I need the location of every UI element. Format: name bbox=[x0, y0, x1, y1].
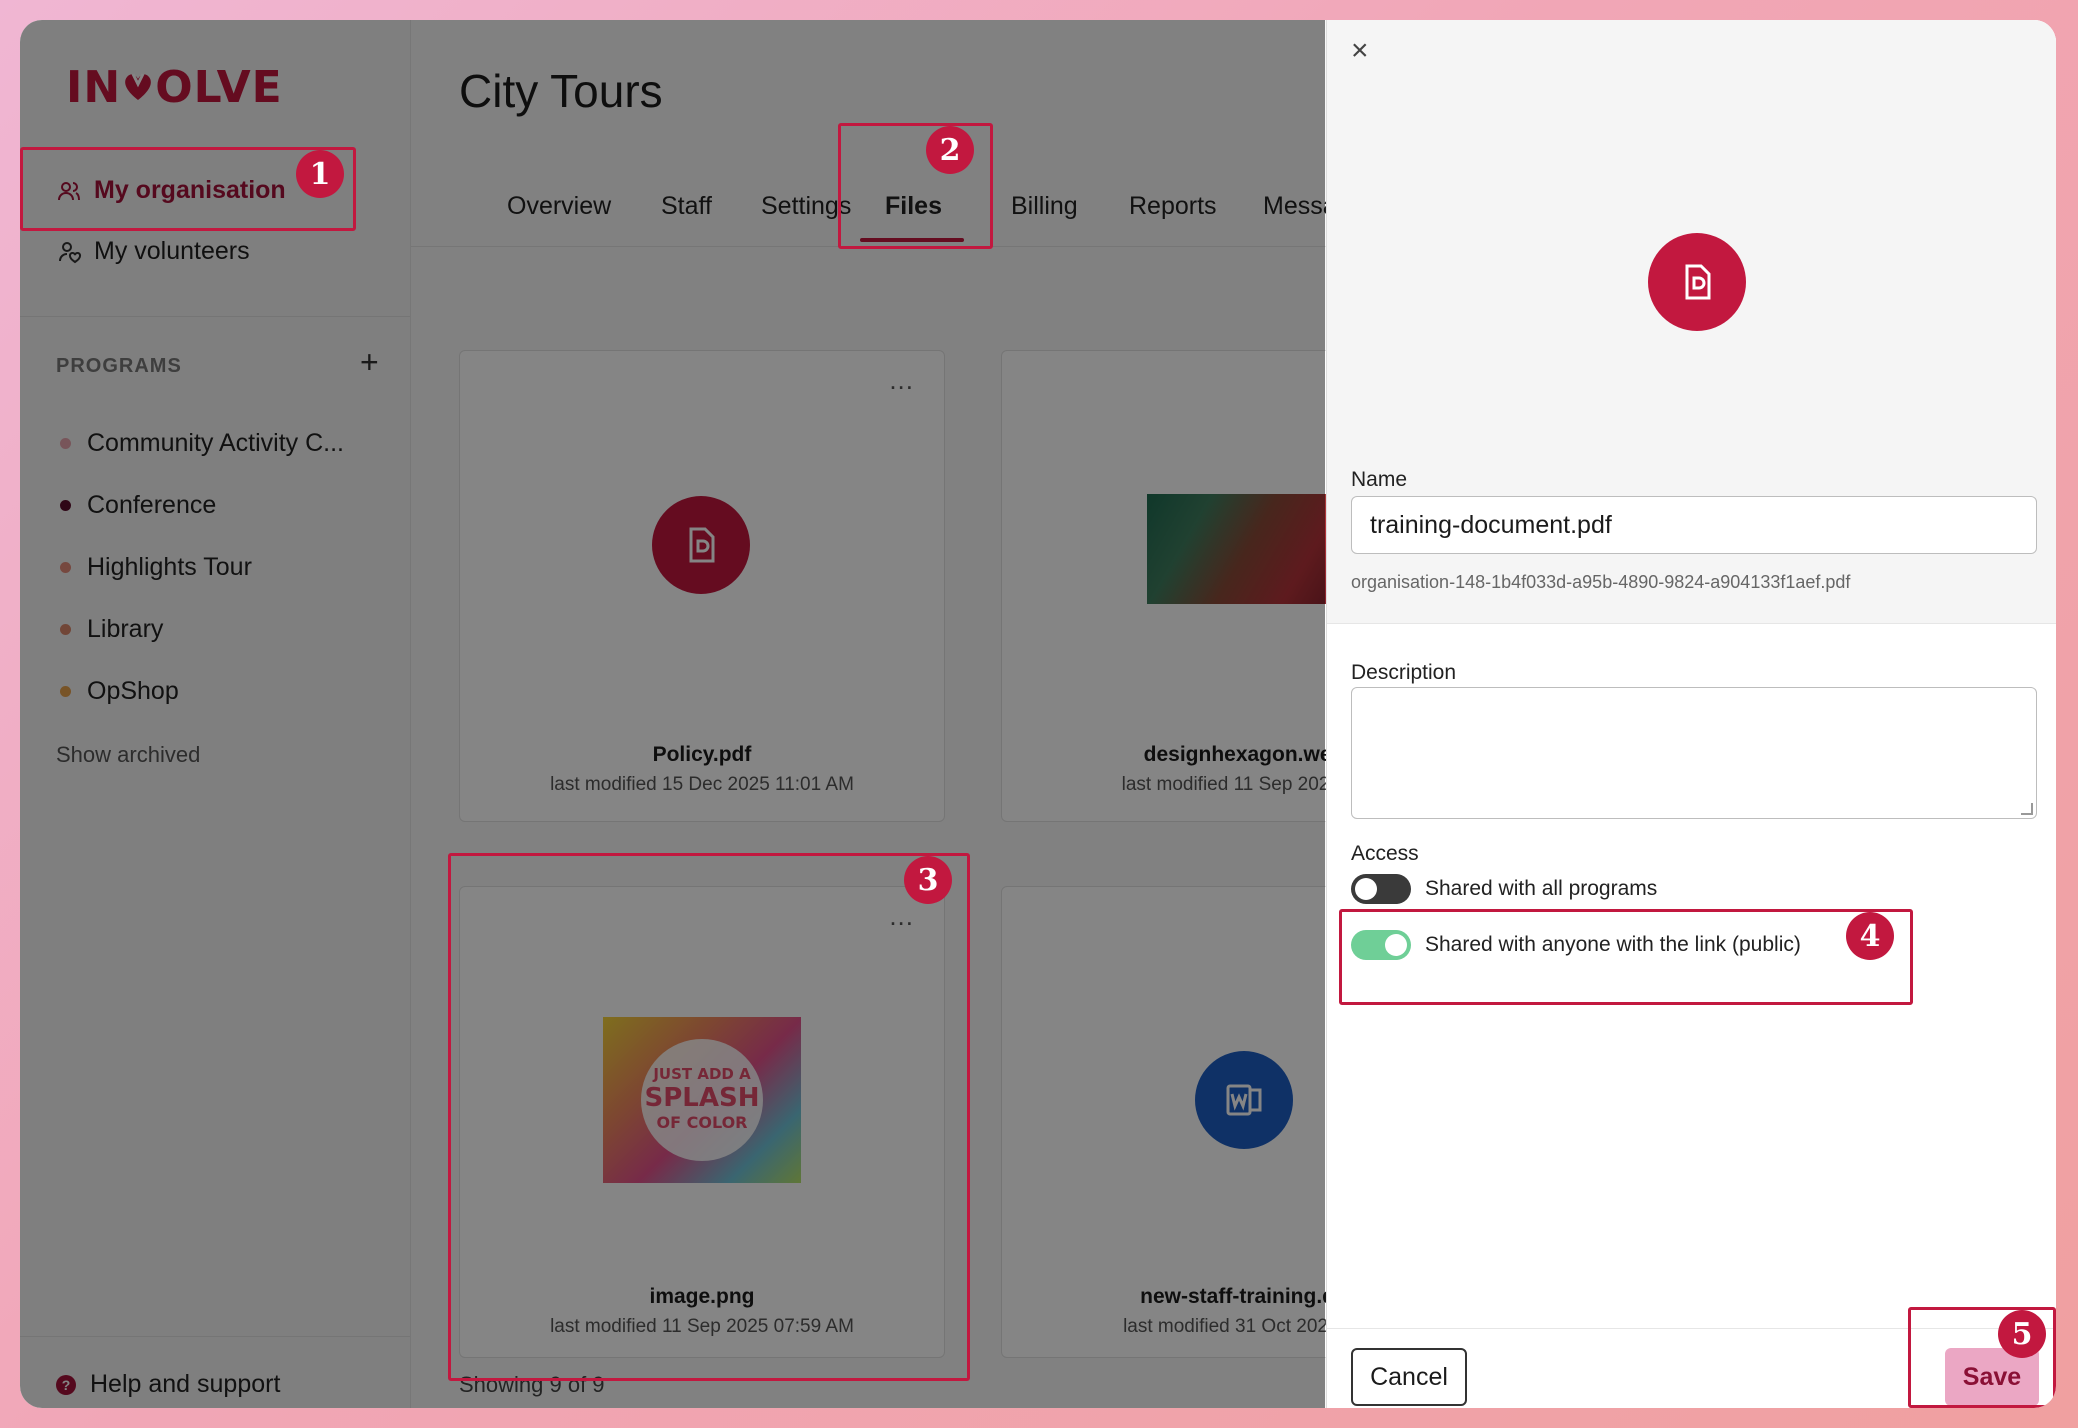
step-badge: 5 bbox=[1998, 1310, 2046, 1358]
cancel-button[interactable]: Cancel bbox=[1351, 1348, 1467, 1406]
highlight-box bbox=[1339, 909, 1913, 1005]
pdf-file-icon bbox=[1648, 233, 1746, 331]
description-label: Description bbox=[1351, 661, 1457, 684]
step-badge: 1 bbox=[296, 150, 344, 198]
file-details-drawer: × Name training-document.pdf organisatio… bbox=[1326, 20, 2056, 1408]
step-badge: 4 bbox=[1846, 912, 1894, 960]
toggle-shared-all-programs[interactable]: Shared with all programs bbox=[1351, 874, 1657, 904]
highlight-box bbox=[448, 853, 970, 1381]
toggle-switch-off[interactable] bbox=[1351, 874, 1411, 904]
name-label: Name bbox=[1351, 468, 1408, 491]
toggle-label: Shared with all programs bbox=[1425, 877, 1658, 900]
description-textarea[interactable] bbox=[1351, 687, 2037, 819]
access-label: Access bbox=[1351, 842, 1419, 865]
storage-path: organisation-148-1b4f033d-a95b-4890-9824… bbox=[1351, 572, 1851, 592]
toggle-knob bbox=[1355, 878, 1377, 900]
step-badge: 2 bbox=[926, 126, 974, 174]
resize-grip-icon[interactable] bbox=[2021, 803, 2033, 815]
step-badge: 3 bbox=[904, 856, 952, 904]
name-input[interactable]: training-document.pdf bbox=[1351, 496, 2037, 554]
close-icon[interactable]: × bbox=[1351, 34, 1369, 68]
app-window: IN OLVE My organisation My volunteers PRO… bbox=[20, 20, 2056, 1408]
